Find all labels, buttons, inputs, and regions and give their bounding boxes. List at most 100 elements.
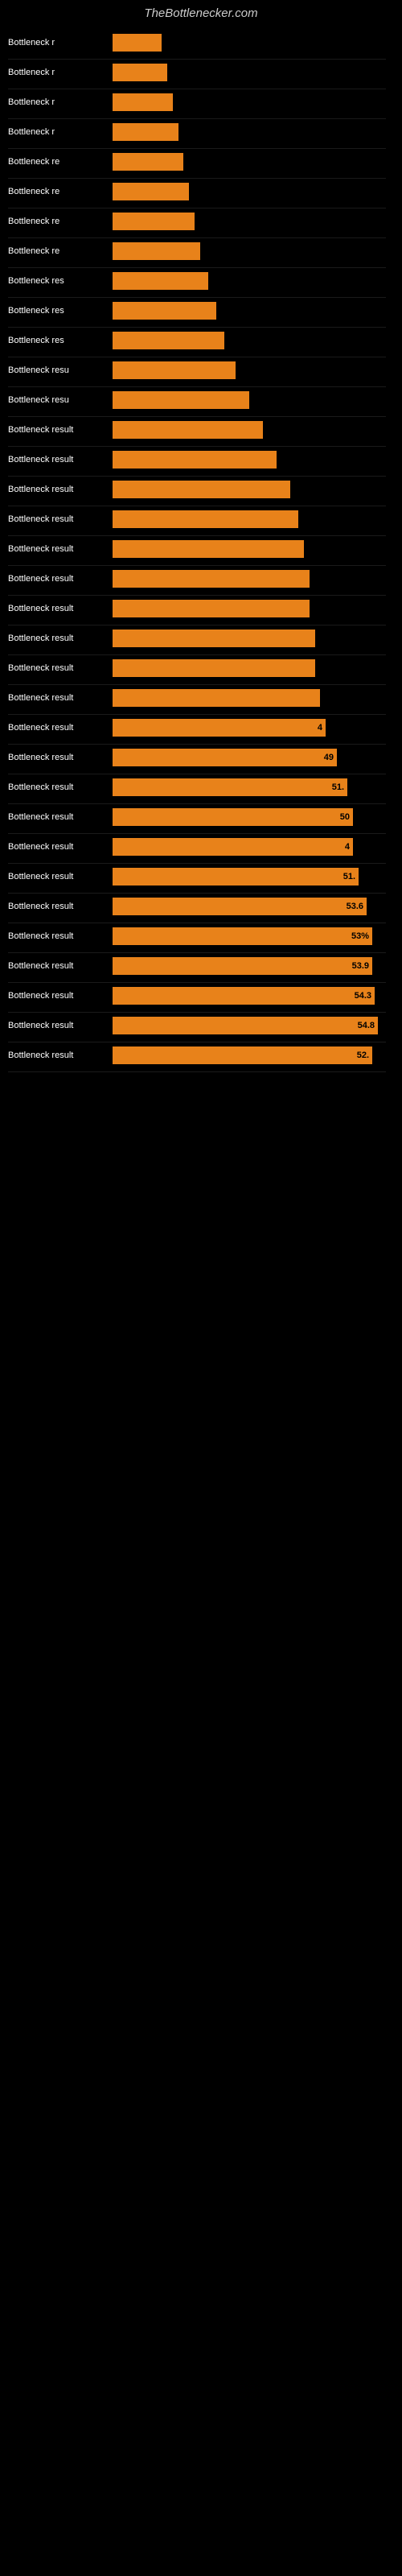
bar-row: Bottleneck res (8, 329, 386, 352)
bar-row: Bottleneck result 53.6 (8, 895, 386, 918)
bar-row: Bottleneck result (8, 448, 386, 471)
bar-label: Bottleneck result (8, 663, 113, 673)
bar-wrap (113, 183, 386, 200)
bar: 54.8 (113, 1017, 378, 1034)
bar (113, 332, 224, 349)
bar-label: Bottleneck result (8, 1051, 113, 1060)
bar-wrap: 50 (113, 808, 386, 826)
bar-value: 53.9 (352, 961, 369, 971)
bar-label: Bottleneck res (8, 336, 113, 345)
bar (113, 421, 263, 439)
bar: 4 (113, 719, 326, 737)
bar-value: 50 (340, 812, 350, 822)
bar (113, 600, 310, 617)
bar-label: Bottleneck result (8, 872, 113, 881)
bar-label: Bottleneck re (8, 157, 113, 167)
bar (113, 659, 315, 677)
bar-wrap: 53% (113, 927, 386, 945)
bar-label: Bottleneck result (8, 902, 113, 911)
bar-wrap (113, 153, 386, 171)
bar-row: Bottleneck result (8, 657, 386, 679)
bar-label: Bottleneck result (8, 544, 113, 554)
bar-label: Bottleneck r (8, 97, 113, 107)
bar-label: Bottleneck resu (8, 395, 113, 405)
bar-row: Bottleneck resu (8, 359, 386, 382)
bar (113, 123, 178, 141)
bar-label: Bottleneck r (8, 68, 113, 77)
bar-label: Bottleneck res (8, 276, 113, 286)
bar-row: Bottleneck result49 (8, 746, 386, 769)
bar (113, 570, 310, 588)
bar (113, 451, 277, 469)
bar-row: Bottleneck result52. (8, 1044, 386, 1067)
bar-row: Bottleneck re (8, 210, 386, 233)
bar-row: Bottleneck result (8, 627, 386, 650)
bar-value: 54.8 (358, 1021, 375, 1030)
bar-row: Bottleneck result (8, 597, 386, 620)
site-title: TheBottlenecker.com (0, 0, 402, 23)
bar: 53.6 (113, 898, 367, 915)
bar-wrap (113, 93, 386, 111)
bar-wrap (113, 510, 386, 528)
bar-wrap (113, 332, 386, 349)
bar-label: Bottleneck result (8, 604, 113, 613)
bar-wrap (113, 451, 386, 469)
bar-label: Bottleneck res (8, 306, 113, 316)
bar-wrap (113, 272, 386, 290)
bar: 51. (113, 778, 347, 796)
bar (113, 689, 320, 707)
bar-label: Bottleneck result (8, 723, 113, 733)
bar-label: Bottleneck result (8, 842, 113, 852)
bar-wrap: 51. (113, 868, 386, 886)
bar-row: Bottleneck resu (8, 389, 386, 411)
bar-label: Bottleneck result (8, 991, 113, 1001)
bar-row: Bottleneck result54.8 (8, 1014, 386, 1037)
bar-label: Bottleneck result (8, 961, 113, 971)
bar-wrap (113, 540, 386, 558)
bar-wrap (113, 302, 386, 320)
bar-row: Bottleneck res (8, 270, 386, 292)
bar-wrap (113, 213, 386, 230)
bar-wrap: 53.6 (113, 898, 386, 915)
bar-wrap (113, 242, 386, 260)
bar-wrap (113, 34, 386, 52)
bar-row: Bottleneck res (8, 299, 386, 322)
bar (113, 481, 290, 498)
bar-value: 51. (332, 782, 344, 792)
bar-label: Bottleneck result (8, 782, 113, 792)
bar-row: Bottleneck result 4 (8, 716, 386, 739)
bar-wrap (113, 391, 386, 409)
bar-wrap: 54.3 (113, 987, 386, 1005)
bar-label: Bottleneck result (8, 485, 113, 494)
bar-value: 4 (318, 723, 322, 733)
bar-label: Bottleneck r (8, 127, 113, 137)
chart-container: Bottleneck r Bottleneck r Bottleneck r Bott… (0, 23, 402, 1090)
bar-row: Bottleneck result (8, 419, 386, 441)
bar-wrap (113, 689, 386, 707)
bar-label: Bottleneck re (8, 246, 113, 256)
bar-value: 51. (343, 872, 355, 881)
bar-wrap (113, 481, 386, 498)
bar-wrap: 49 (113, 749, 386, 766)
bar (113, 242, 200, 260)
bar-value: 54.3 (355, 991, 371, 1001)
bar (113, 540, 304, 558)
bar-row: Bottleneck r (8, 31, 386, 54)
bar-label: Bottleneck result (8, 693, 113, 703)
bar-row: Bottleneck r (8, 121, 386, 143)
bar-row: Bottleneck result (8, 508, 386, 530)
bar-value: 53.6 (347, 902, 363, 911)
bar-row: Bottleneck result (8, 568, 386, 590)
bar-wrap (113, 123, 386, 141)
bar (113, 272, 208, 290)
bar: 51. (113, 868, 359, 886)
bar-row: Bottleneck r (8, 91, 386, 114)
bar-wrap (113, 570, 386, 588)
bar (113, 391, 249, 409)
bar-row: Bottleneck result4 (8, 836, 386, 858)
bar-wrap (113, 600, 386, 617)
bar: 53% (113, 927, 372, 945)
bar-label: Bottleneck result (8, 455, 113, 464)
bar-label: Bottleneck result (8, 753, 113, 762)
bar-label: Bottleneck re (8, 187, 113, 196)
